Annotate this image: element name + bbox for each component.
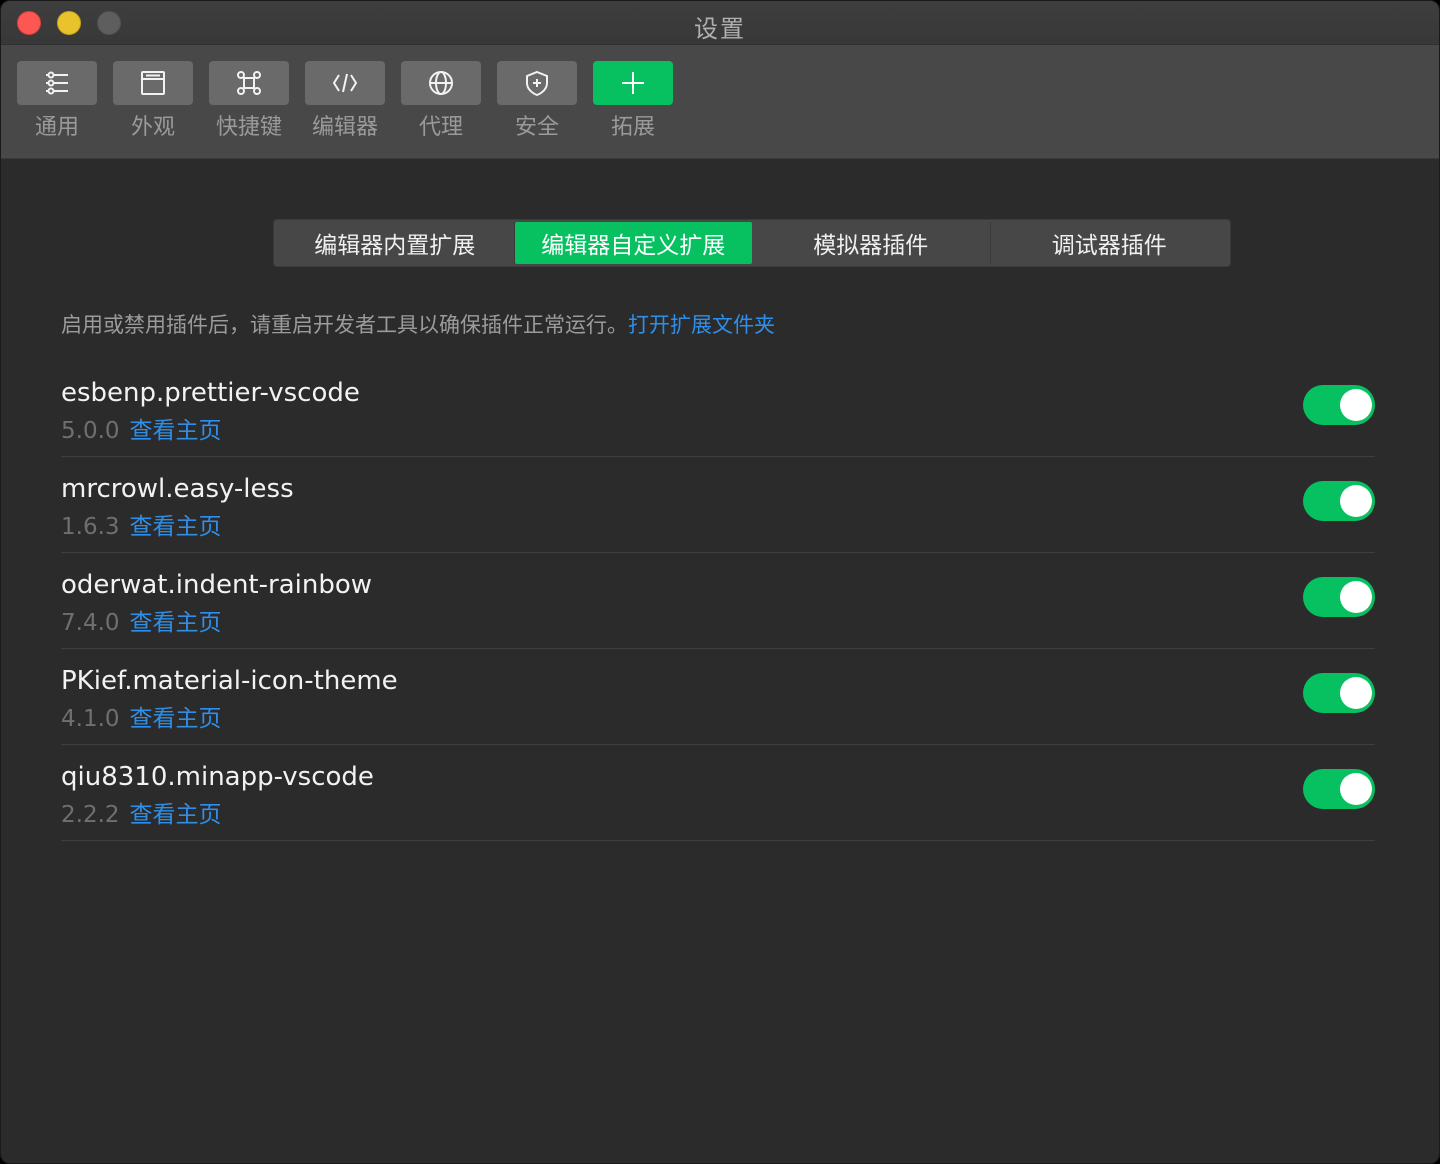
extension-toggle[interactable] [1303,481,1375,521]
list-item: esbenp.prettier-vscode 5.0.0 查看主页 [61,361,1375,457]
toolbar-general-label: 通用 [34,115,79,140]
view-homepage-link[interactable]: 查看主页 [130,514,222,540]
toggle-knob [1340,677,1372,709]
toolbar-security[interactable]: 安全 [497,61,577,141]
toolbar-editor-button[interactable] [305,61,385,105]
toolbar-appearance[interactable]: 外观 [113,61,193,141]
extension-name: oderwat.indent-rainbow [61,570,373,600]
list-item: PKief.material-icon-theme 4.1.0 查看主页 [61,649,1375,745]
preferences-toolbar: 通用 外观 快捷键 编辑器 代理 安全 拓展 [1,45,1439,159]
command-key-icon [237,71,261,95]
extension-meta: 1.6.3 查看主页 [61,507,222,541]
extension-version: 1.6.3 [61,514,120,540]
toolbar-proxy-label: 代理 [418,115,463,140]
globe-icon [429,71,453,95]
extension-category-tabs: 编辑器内置扩展 编辑器自定义扩展 模拟器插件 调试器插件 [273,219,1231,267]
toolbar-general[interactable]: 通用 [17,61,97,141]
toolbar-appearance-button[interactable] [113,61,193,105]
code-icon [332,73,358,93]
view-homepage-link[interactable]: 查看主页 [130,706,222,732]
sliders-icon [46,71,68,95]
extension-name: qiu8310.minapp-vscode [61,762,374,792]
view-homepage-link[interactable]: 查看主页 [130,610,222,636]
toggle-knob [1340,485,1372,517]
extension-toggle[interactable] [1303,385,1375,425]
toolbar-shortcuts[interactable]: 快捷键 [209,61,289,141]
extension-meta: 7.4.0 查看主页 [61,603,222,637]
view-homepage-link[interactable]: 查看主页 [130,802,222,828]
toolbar-security-button[interactable] [497,61,577,105]
toolbar-shortcuts-label: 快捷键 [215,115,282,140]
extension-meta: 5.0.0 查看主页 [61,411,222,445]
window-icon [141,71,165,95]
tab-simulator-plugins[interactable]: 模拟器插件 [752,222,991,264]
toolbar-security-label: 安全 [514,115,559,140]
extension-list: esbenp.prettier-vscode 5.0.0 查看主页 mrcrowl… [61,361,1375,841]
extension-version: 2.2.2 [61,802,120,828]
toggle-knob [1340,389,1372,421]
tab-debugger-plugins[interactable]: 调试器插件 [991,222,1229,264]
extension-toggle[interactable] [1303,673,1375,713]
toolbar-extensions-label: 拓展 [610,115,655,140]
toggle-knob [1340,581,1372,613]
extension-name: mrcrowl.easy-less [61,474,294,504]
plus-icon [622,72,644,94]
extension-version: 5.0.0 [61,418,120,444]
window-title: 设置 [694,15,746,43]
list-item: mrcrowl.easy-less 1.6.3 查看主页 [61,457,1375,553]
extension-meta: 4.1.0 查看主页 [61,699,222,733]
toolbar-extensions[interactable]: 拓展 [593,61,673,141]
tab-custom-extensions[interactable]: 编辑器自定义扩展 [514,222,752,264]
restart-notice-text: 启用或禁用插件后，请重启开发者工具以确保插件正常运行。 [61,313,628,337]
list-item: qiu8310.minapp-vscode 2.2.2 查看主页 [61,745,1375,841]
shield-icon [526,70,548,97]
toggle-knob [1340,773,1372,805]
extension-meta: 2.2.2 查看主页 [61,795,222,829]
toolbar-proxy-button[interactable] [401,61,481,105]
extension-version: 7.4.0 [61,610,120,636]
toolbar-appearance-label: 外观 [130,115,175,140]
title-bar: 设置 [1,1,1439,45]
toolbar-proxy[interactable]: 代理 [401,61,481,141]
extension-toggle[interactable] [1303,769,1375,809]
tab-builtin-extensions[interactable]: 编辑器内置扩展 [276,222,515,264]
toolbar-editor[interactable]: 编辑器 [305,61,385,141]
toolbar-general-button[interactable] [17,61,97,105]
restart-notice: 启用或禁用插件后，请重启开发者工具以确保插件正常运行。打开扩展文件夹 [61,309,775,339]
extension-version: 4.1.0 [61,706,120,732]
view-homepage-link[interactable]: 查看主页 [130,418,222,444]
extension-toggle[interactable] [1303,577,1375,617]
toolbar-editor-label: 编辑器 [311,115,378,140]
list-item: oderwat.indent-rainbow 7.4.0 查看主页 [61,553,1375,649]
toolbar-extensions-button[interactable] [593,61,673,105]
extension-name: PKief.material-icon-theme [61,666,398,696]
toolbar-shortcuts-button[interactable] [209,61,289,105]
extension-name: esbenp.prettier-vscode [61,378,360,408]
open-extensions-folder-link[interactable]: 打开扩展文件夹 [628,313,775,337]
settings-window: 设置 通用 外观 快捷键 编辑器 代理 安全 拓展 编辑器内置扩展 编辑器自定义… [0,0,1440,1164]
